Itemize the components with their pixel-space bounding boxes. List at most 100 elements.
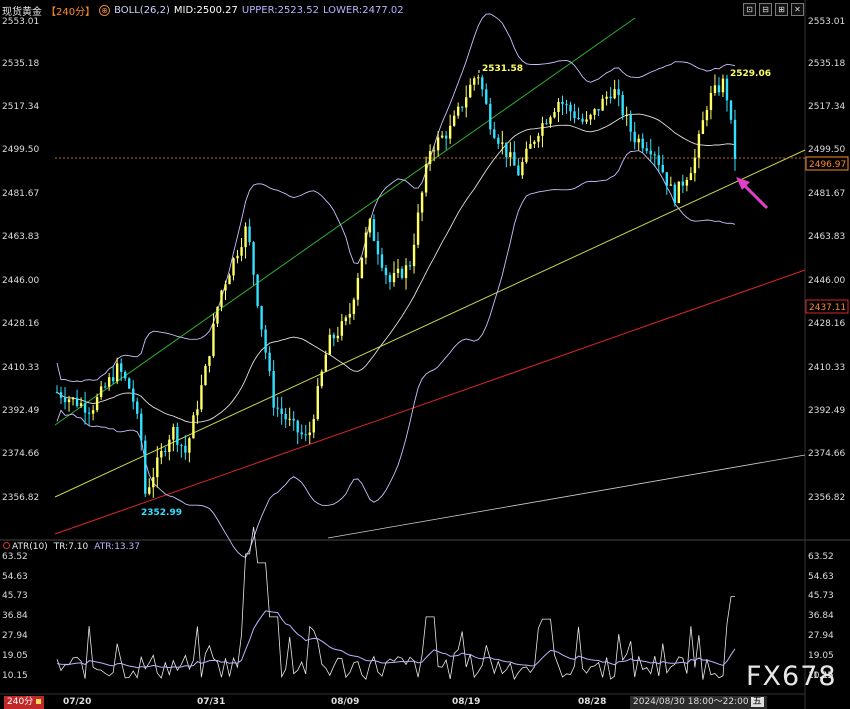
candle-body[interactable] [232, 258, 235, 276]
candle-body[interactable] [597, 109, 600, 111]
candle-body[interactable] [525, 148, 528, 162]
candle-body[interactable] [621, 94, 624, 116]
candle-body[interactable] [83, 403, 87, 413]
candle-body[interactable] [465, 97, 468, 108]
candle-body[interactable] [665, 172, 668, 186]
candle-body[interactable] [444, 135, 448, 139]
candle-body[interactable] [392, 272, 396, 283]
candle-body[interactable] [300, 432, 303, 435]
candle-body[interactable] [152, 477, 155, 488]
candle-body[interactable] [477, 77, 480, 79]
candle-body[interactable] [372, 219, 376, 241]
candle-body[interactable] [713, 85, 717, 93]
candle-body[interactable] [404, 265, 408, 278]
candle-body[interactable] [733, 119, 737, 159]
candle-body[interactable] [633, 131, 636, 143]
candle-body[interactable] [196, 409, 199, 416]
candle-body[interactable] [705, 109, 709, 121]
candle-body[interactable] [697, 133, 701, 158]
candle-body[interactable] [424, 164, 428, 193]
candle-body[interactable] [312, 418, 315, 433]
candle-body[interactable] [288, 418, 291, 420]
candle-body[interactable] [144, 440, 147, 494]
candle-body[interactable] [224, 284, 227, 291]
candle-body[interactable] [140, 413, 143, 441]
candle-body[interactable] [537, 135, 540, 142]
candle-body[interactable] [204, 365, 207, 386]
candle-body[interactable] [517, 165, 520, 176]
candle-body[interactable] [216, 306, 219, 324]
candle-body[interactable] [501, 142, 504, 144]
candle-body[interactable] [533, 141, 536, 144]
candle-body[interactable] [521, 161, 524, 176]
candle-body[interactable] [332, 334, 336, 339]
candle-body[interactable] [212, 323, 215, 357]
candle-body[interactable] [384, 267, 388, 276]
candle-body[interactable] [448, 125, 452, 139]
white-channel-line[interactable] [327, 454, 806, 539]
candle-body[interactable] [693, 157, 697, 174]
red-channel-line[interactable] [54, 269, 806, 535]
candle-body[interactable] [549, 117, 552, 124]
candle-body[interactable] [428, 151, 432, 165]
candle-body[interactable] [481, 77, 484, 90]
candle-body[interactable] [55, 392, 59, 394]
candle-body[interactable] [613, 89, 616, 99]
candle-body[interactable] [557, 101, 560, 113]
candle-body[interactable] [677, 181, 681, 204]
candle-body[interactable] [103, 386, 107, 388]
candle-body[interactable] [617, 89, 620, 95]
candle-body[interactable] [296, 420, 299, 433]
candle-body[interactable] [432, 150, 436, 152]
candle-body[interactable] [396, 268, 400, 273]
candle-body[interactable] [91, 410, 95, 414]
candle-body[interactable] [348, 313, 352, 318]
candle-body[interactable] [460, 106, 464, 108]
candle-body[interactable] [485, 89, 488, 104]
candle-body[interactable] [124, 371, 127, 379]
candle-body[interactable] [75, 397, 79, 406]
candle-body[interactable] [641, 138, 644, 149]
candle-body[interactable] [440, 135, 444, 138]
candle-body[interactable] [268, 352, 271, 372]
candle-body[interactable] [160, 451, 163, 458]
candle-body[interactable] [408, 265, 412, 267]
candle-body[interactable] [304, 434, 307, 436]
candle-body[interactable] [717, 85, 721, 93]
candle-body[interactable] [721, 78, 725, 93]
candle-body[interactable] [376, 240, 380, 255]
candle-body[interactable] [184, 445, 187, 453]
atr-indicator-name[interactable]: ATR(10) [12, 542, 48, 552]
candle-body[interactable] [284, 413, 287, 420]
candle-body[interactable] [192, 415, 195, 439]
candle-body[interactable] [360, 257, 364, 279]
record-dot-icon[interactable] [3, 542, 10, 549]
candle-body[interactable] [601, 98, 604, 111]
candle-body[interactable] [172, 426, 175, 440]
candle-body[interactable] [489, 103, 492, 130]
candle-body[interactable] [200, 385, 203, 410]
candle-body[interactable] [272, 371, 275, 408]
candle-body[interactable] [669, 184, 673, 186]
candle-body[interactable] [260, 306, 263, 330]
candle-body[interactable] [456, 106, 460, 116]
candle-body[interactable] [673, 184, 677, 204]
candle-body[interactable] [59, 392, 63, 398]
candle-body[interactable] [629, 114, 632, 132]
candle-body[interactable] [541, 123, 544, 136]
candle-body[interactable] [585, 119, 588, 122]
candle-body[interactable] [653, 154, 656, 156]
candle-body[interactable] [244, 226, 247, 248]
green-channel-line[interactable] [54, 17, 636, 426]
candle-body[interactable] [412, 244, 416, 267]
candle-body[interactable] [493, 129, 496, 138]
candle-body[interactable] [589, 114, 592, 120]
candle-body[interactable] [292, 418, 295, 421]
candle-body[interactable] [681, 181, 685, 186]
candle-body[interactable] [220, 290, 223, 307]
candle-body[interactable] [67, 399, 71, 403]
candle-body[interactable] [469, 84, 472, 98]
candle-body[interactable] [168, 439, 171, 453]
candle-body[interactable] [452, 115, 456, 126]
candle-body[interactable] [111, 377, 115, 382]
